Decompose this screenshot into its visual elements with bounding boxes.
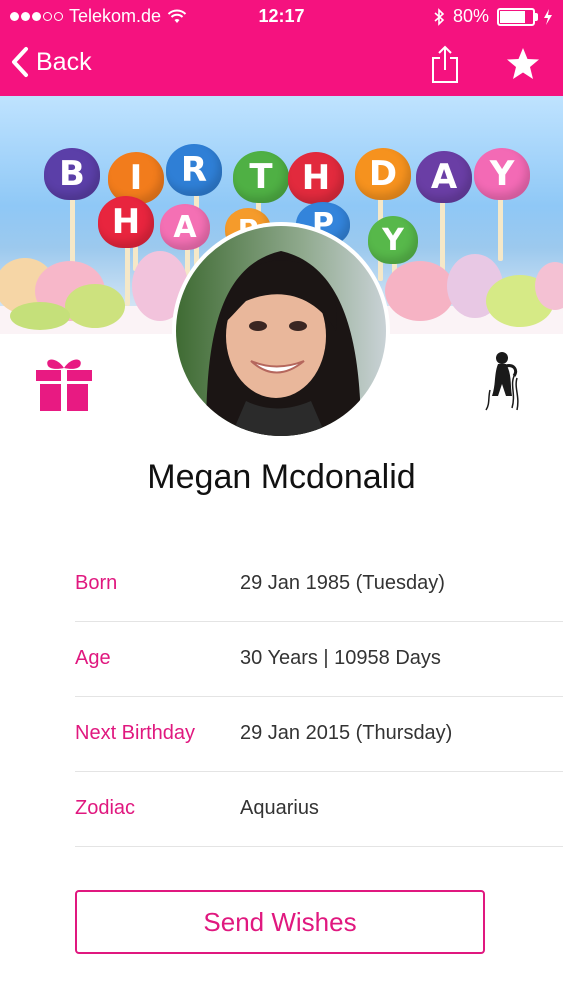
share-icon[interactable] [428, 44, 462, 84]
profile-name: Megan Mcdonalid [147, 458, 416, 496]
nav-bar: Back [0, 34, 563, 96]
avatar-photo [176, 226, 386, 436]
detail-label: Age [75, 647, 111, 669]
aquarius-icon[interactable] [484, 350, 524, 412]
candle-letter: H [98, 196, 154, 248]
candle-letter: A [416, 151, 472, 203]
detail-value: 29 Jan 2015 (Thursday) [240, 722, 453, 744]
candle-letter: B [44, 148, 100, 200]
detail-row-age: Age 30 Years | 10958 Days [75, 621, 563, 697]
detail-row-next-birthday: Next Birthday 29 Jan 2015 (Thursday) [75, 696, 563, 772]
detail-value: Aquarius [240, 797, 319, 819]
avatar[interactable] [172, 222, 390, 440]
detail-label: Next Birthday [75, 722, 196, 744]
detail-value: 30 Years | 10958 Days [240, 647, 441, 669]
battery-icon [497, 7, 538, 26]
star-icon[interactable] [505, 46, 541, 82]
gift-icon[interactable] [34, 354, 94, 412]
back-label: Back [36, 47, 92, 76]
back-button[interactable]: Back [10, 46, 92, 78]
bluetooth-icon [434, 7, 445, 26]
candle-letter: T [233, 151, 289, 203]
candle-letter: Y [474, 148, 530, 200]
candle-letter: D [355, 148, 411, 200]
candle-letter: I [108, 152, 164, 204]
candle-letter: A [160, 204, 210, 250]
chevron-left-icon [12, 47, 28, 77]
detail-value: 29 Jan 1985 (Tuesday) [240, 572, 445, 594]
charging-icon [544, 8, 552, 25]
detail-row-born: Born 29 Jan 1985 (Tuesday) [75, 546, 563, 622]
send-wishes-button[interactable]: Send Wishes [75, 890, 485, 954]
status-bar: Telekom.de 12:17 80% [0, 0, 563, 34]
candle-letter: H [288, 152, 344, 204]
detail-label: Zodiac [75, 797, 136, 819]
battery-percent: 80% [452, 6, 489, 26]
status-right: 80% [433, 6, 553, 27]
detail-label: Born [75, 572, 118, 594]
detail-row-zodiac: Zodiac Aquarius [75, 771, 563, 847]
candle-letter: R [166, 144, 222, 196]
